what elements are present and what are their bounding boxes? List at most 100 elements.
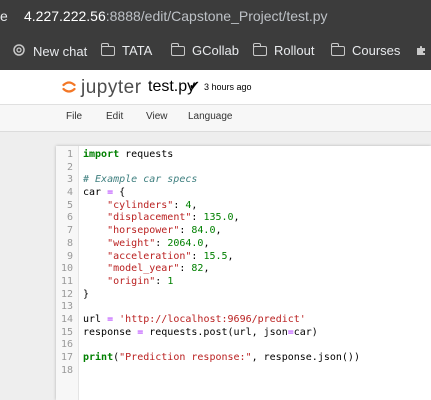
code-text: "acceleration": 15.5, xyxy=(83,250,234,264)
code-token: "cylinders" xyxy=(107,199,174,211)
code-token: : xyxy=(191,250,204,262)
code-token: 2064.0 xyxy=(167,237,204,249)
code-line[interactable]: 4 car = { xyxy=(56,187,431,200)
menu-language[interactable]: Language xyxy=(188,111,233,122)
code-token: # Example car specs xyxy=(83,174,198,186)
code-line[interactable]: 15 response = requests.post(url, json=car… xyxy=(56,327,431,340)
line-number: 15 xyxy=(60,326,73,338)
code-text: "horsepower": 84.0, xyxy=(83,225,221,238)
url-field[interactable]: 4.227.222.56:8888/edit/Capstone_Project/… xyxy=(24,8,328,24)
code-line[interactable]: 13 xyxy=(56,301,431,314)
code-line[interactable]: 11 "origin": 1 xyxy=(56,276,431,289)
code-token: , xyxy=(203,263,210,275)
code-token: , xyxy=(233,212,240,224)
code-token: 1 xyxy=(167,275,174,287)
code-token: 82 xyxy=(191,263,204,275)
line-number: 8 xyxy=(66,237,73,249)
code-text: } xyxy=(83,289,89,302)
line-number: 10 xyxy=(60,263,73,275)
bookmark-tata[interactable]: TATA xyxy=(100,42,153,58)
code-line[interactable]: 16 xyxy=(56,339,431,352)
code-text: "origin": 1 xyxy=(83,276,173,289)
line-number: 7 xyxy=(66,225,73,237)
line-number: 3 xyxy=(66,174,73,186)
code-token: 135.0 xyxy=(203,212,234,224)
code-token: response xyxy=(83,326,138,338)
code-text: import requests xyxy=(83,149,173,162)
bookmark-label: New chat xyxy=(33,44,88,59)
menu-bar: File Edit View Language xyxy=(0,104,431,132)
line-number: 9 xyxy=(66,250,73,262)
code-token: } xyxy=(83,288,90,300)
code-text: "cylinders": 4, xyxy=(83,200,197,213)
code-line[interactable]: 2 xyxy=(56,162,431,175)
code-token: "origin" xyxy=(107,275,156,287)
code-token: requests.post(url, json xyxy=(143,326,288,338)
code-text: response = requests.post(url, json=car) xyxy=(83,327,318,340)
jupyter-header: jupyter test.py ✔ 3 hours ago xyxy=(0,70,431,104)
line-number: 4 xyxy=(66,187,73,199)
menu-edit[interactable]: Edit xyxy=(106,111,123,122)
menu-file[interactable]: File xyxy=(66,111,82,122)
line-number: 6 xyxy=(66,212,73,224)
code-line[interactable]: 5 "cylinders": 4, xyxy=(56,200,431,213)
code-token: , xyxy=(191,199,198,211)
jupyter-logo-icon[interactable] xyxy=(62,79,76,95)
browser-address-bar: e 4.227.222.56:8888/edit/Capstone_Projec… xyxy=(0,0,431,34)
code-line[interactable]: 6 "displacement": 135.0, xyxy=(56,212,431,225)
openai-icon xyxy=(12,43,26,60)
folder-icon xyxy=(100,42,115,56)
code-text: url = 'http://localhost:9696/predict' xyxy=(83,314,306,327)
code-line[interactable]: 3 # Example car specs xyxy=(56,174,431,187)
code-token: url xyxy=(83,313,108,325)
code-line[interactable]: 7 "horsepower": 84.0, xyxy=(56,225,431,238)
save-status: 3 hours ago xyxy=(204,82,252,92)
bookmark-rollout[interactable]: Rollout xyxy=(252,42,314,58)
folder-icon xyxy=(252,42,267,56)
bookmark-label: TATA xyxy=(122,43,153,58)
code-token: requests xyxy=(119,149,174,160)
code-token: print xyxy=(83,352,114,363)
code-token: import xyxy=(83,149,120,160)
bookmark-new-chat[interactable]: New chat xyxy=(12,43,87,60)
url-path: :8888/edit/Capstone_Project/test.py xyxy=(105,8,328,24)
code-token: : xyxy=(179,225,192,237)
code-token: 15.5 xyxy=(203,250,228,262)
code-line[interactable]: 12} xyxy=(56,289,431,302)
line-number: 5 xyxy=(66,199,73,211)
line-number: 16 xyxy=(60,339,73,351)
code-line[interactable]: 14 url = 'http://localhost:9696/predict' xyxy=(56,314,431,327)
menu-view[interactable]: View xyxy=(146,111,168,122)
code-line[interactable]: 8 "weight": 2064.0, xyxy=(56,238,431,251)
jupyter-brand[interactable]: jupyter xyxy=(81,77,142,99)
bookmark-label: GCollab xyxy=(192,43,239,58)
code-line[interactable]: 18 xyxy=(56,365,431,378)
code-text: # Example car specs xyxy=(83,174,197,187)
code-token: : xyxy=(191,212,204,224)
code-line[interactable]: 10 "model_year": 82, xyxy=(56,263,431,276)
code-line[interactable]: 1 import requests xyxy=(56,149,431,162)
code-token: "weight" xyxy=(107,237,156,249)
bookmark-courses[interactable]: Courses xyxy=(330,42,400,58)
bookmark-gcollab[interactable]: GCollab xyxy=(170,42,239,58)
code-token: car) xyxy=(293,326,318,338)
code-token: "model_year" xyxy=(107,263,180,275)
code-text: "model_year": 82, xyxy=(83,263,209,276)
code-line[interactable]: 9 "acceleration": 15.5, xyxy=(56,251,431,264)
code-text: "weight": 2064.0, xyxy=(83,238,209,251)
code-token: : xyxy=(155,275,168,287)
code-token: : xyxy=(179,263,192,275)
line-number: 14 xyxy=(60,313,73,325)
line-number: 1 xyxy=(66,149,73,160)
code-editor[interactable]: 1 import requests 2 3 # Example car specs 4 ca… xyxy=(56,146,431,400)
line-number: 12 xyxy=(60,288,73,300)
puzzle-icon[interactable] xyxy=(415,44,427,56)
code-token: "horsepower" xyxy=(107,225,180,237)
code-token: , xyxy=(227,250,234,262)
code-line[interactable]: 17 print("Prediction response:", response… xyxy=(56,352,431,365)
